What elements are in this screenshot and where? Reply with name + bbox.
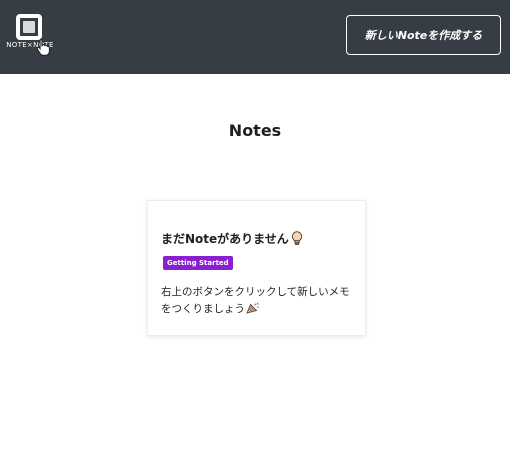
light-bulb-icon: [291, 231, 302, 246]
tag-badge[interactable]: Getting Started: [163, 256, 233, 270]
create-note-button[interactable]: 新しいNoteを作成する: [346, 15, 501, 55]
party-popper-icon: [246, 302, 259, 314]
note-body: 右上のボタンをクリックして新しいメモをつくりましょう: [161, 284, 356, 318]
page-title: Notes: [228, 121, 282, 140]
app-logo-icon: [16, 14, 42, 40]
note-title-text: まだNoteがありません: [161, 232, 289, 246]
app-header: NOTE×NOTE 新しいNoteを作成する: [0, 0, 510, 74]
hand-pointer-icon: [36, 38, 50, 56]
note-card[interactable]: まだNoteがありません Getting Started 右上のボタンをクリック…: [147, 200, 366, 336]
app-logo[interactable]: NOTE×NOTE: [2, 10, 58, 56]
note-title: まだNoteがありません: [161, 230, 303, 247]
